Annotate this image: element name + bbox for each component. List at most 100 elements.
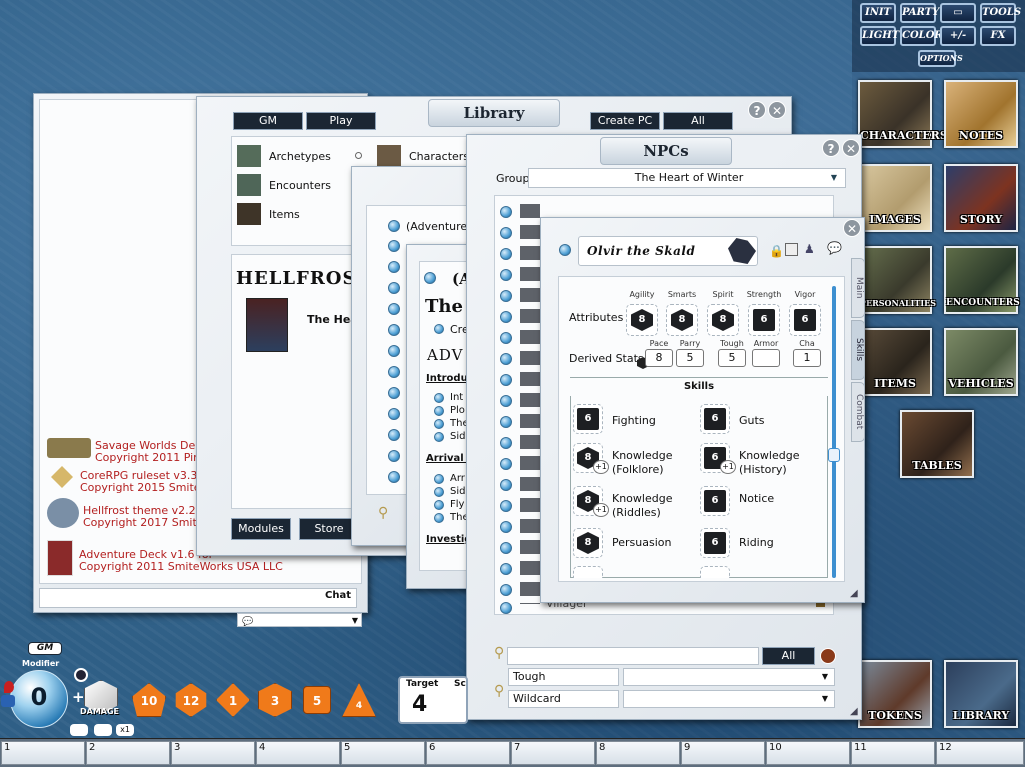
sidebar-items[interactable]: ITEMS bbox=[858, 328, 932, 396]
link-icon[interactable] bbox=[500, 416, 512, 428]
hotkey-slot-6[interactable]: 6 bbox=[426, 741, 510, 765]
link-chain-icon[interactable]: ⚲ bbox=[378, 505, 388, 521]
create-pc-button[interactable]: Create PC bbox=[590, 112, 660, 130]
filter-wildcard-value[interactable]: ▼ bbox=[623, 690, 835, 708]
party-button[interactable]: PARTY bbox=[900, 3, 939, 23]
fx-button[interactable]: FX bbox=[980, 26, 1016, 46]
skill-slot[interactable]: 8 bbox=[573, 528, 603, 558]
tough-value[interactable]: 5 bbox=[718, 349, 746, 367]
color-button[interactable]: COLOR bbox=[900, 26, 943, 46]
skill-guts[interactable]: 6 Guts bbox=[700, 404, 824, 436]
hotkey-slot-4[interactable]: 4 bbox=[256, 741, 340, 765]
dice-pool-slot[interactable] bbox=[94, 724, 112, 736]
category-characters[interactable]: Characters bbox=[409, 150, 469, 163]
skill-slot[interactable] bbox=[573, 566, 603, 578]
skill-riding[interactable]: 6 Riding bbox=[700, 528, 824, 560]
resize-handle-icon[interactable]: ◢ bbox=[850, 706, 858, 717]
link-icon[interactable] bbox=[500, 332, 512, 344]
armor-value[interactable] bbox=[752, 349, 780, 367]
plusminus-button[interactable]: +/- bbox=[940, 26, 976, 46]
d6-icon[interactable]: 3 bbox=[258, 683, 292, 717]
filter-tough[interactable]: Tough bbox=[508, 668, 619, 686]
skill-knowledge-folklore[interactable]: 8 +1 Knowledge (Folklore) bbox=[573, 443, 697, 479]
sidebar-tokens[interactable]: TOKENS bbox=[858, 660, 932, 728]
link-icon[interactable] bbox=[500, 311, 512, 323]
options-button[interactable]: OPTIONS bbox=[918, 50, 963, 67]
link-icon[interactable] bbox=[500, 584, 512, 596]
hotkey-slot-3[interactable]: 3 bbox=[171, 741, 255, 765]
person-icon[interactable]: ♟ bbox=[804, 242, 815, 256]
link-icon[interactable] bbox=[500, 521, 512, 533]
link-icon[interactable] bbox=[500, 290, 512, 302]
link-icon[interactable] bbox=[500, 542, 512, 554]
hotkey-slot-10[interactable]: 10 bbox=[766, 741, 850, 765]
link-icon[interactable] bbox=[500, 437, 512, 449]
store-button[interactable]: Store bbox=[299, 518, 359, 540]
lock-icon[interactable]: 🔒 bbox=[769, 244, 784, 258]
filter-wildcard[interactable]: Wildcard bbox=[508, 690, 619, 708]
close-icon[interactable]: ✕ bbox=[843, 219, 861, 237]
drop-icon[interactable] bbox=[4, 681, 14, 693]
d12-icon[interactable]: 12 bbox=[175, 683, 207, 717]
sidebar-story[interactable]: STORY bbox=[944, 164, 1018, 232]
tab-play[interactable]: Play bbox=[306, 112, 376, 130]
sidebar-encounters[interactable]: ENCOUNTERS bbox=[944, 246, 1020, 314]
filter-all-button[interactable]: All bbox=[762, 647, 815, 665]
parry-value[interactable]: 5 bbox=[676, 349, 704, 367]
skill-knowledge-riddles[interactable]: 8 +1 Knowledge (Riddles) bbox=[573, 486, 697, 522]
d8-icon[interactable]: 1 bbox=[216, 683, 250, 717]
chat-label[interactable]: Chat bbox=[325, 590, 351, 601]
tab-skills[interactable]: Skills bbox=[851, 320, 865, 380]
hotkey-slot-11[interactable]: 11 bbox=[851, 741, 935, 765]
skill-slot[interactable]: 6 bbox=[700, 404, 730, 434]
skill-knowledge-history[interactable]: 6 +1 Knowledge (History) bbox=[700, 443, 824, 479]
skill-slot[interactable]: 6 bbox=[700, 486, 730, 516]
sidebar-notes[interactable]: NOTES bbox=[944, 80, 1018, 148]
chat-input[interactable] bbox=[39, 588, 357, 608]
group-select[interactable]: The Heart of Winter ▼ bbox=[528, 168, 846, 188]
category-encounters[interactable]: Encounters bbox=[269, 179, 331, 192]
sidebar-vehicles[interactable]: VEHICLES bbox=[944, 328, 1018, 396]
link-icon[interactable] bbox=[500, 248, 512, 260]
help-icon[interactable]: ? bbox=[822, 139, 840, 157]
speech-icon[interactable]: 💬 bbox=[827, 241, 842, 255]
tools-button[interactable]: TOOLS bbox=[980, 3, 1021, 23]
modifier-orb[interactable]: 0 bbox=[10, 670, 68, 728]
link-icon[interactable] bbox=[500, 602, 512, 614]
skill-slot[interactable] bbox=[700, 566, 730, 578]
book-cover-icon[interactable] bbox=[246, 298, 288, 352]
tab-combat[interactable]: Combat bbox=[851, 382, 865, 442]
sidebar-images[interactable]: IMAGES bbox=[858, 164, 932, 232]
link-icon[interactable] bbox=[500, 353, 512, 365]
sidebar-characters[interactable]: CHARACTERS bbox=[858, 80, 948, 148]
tab-main[interactable]: Main bbox=[851, 258, 865, 318]
target-value[interactable]: 4 bbox=[412, 692, 427, 717]
sidebar-library[interactable]: LIBRARY bbox=[944, 660, 1018, 728]
link-icon[interactable] bbox=[500, 227, 512, 239]
link-icon[interactable] bbox=[500, 458, 512, 470]
link-icon[interactable] bbox=[500, 563, 512, 575]
category-archetypes[interactable]: Archetypes bbox=[269, 150, 331, 163]
tab-gm[interactable]: GM bbox=[233, 112, 303, 130]
close-icon[interactable]: ✕ bbox=[842, 139, 860, 157]
sheet-scrollbar[interactable] bbox=[832, 286, 836, 578]
skill-persuasion[interactable]: 8 Persuasion bbox=[573, 528, 697, 560]
blue-token-icon[interactable] bbox=[1, 695, 15, 707]
sidebar-tables[interactable]: TABLES bbox=[900, 410, 974, 478]
attribute-slot[interactable]: 8 bbox=[707, 304, 739, 336]
multiplier-label[interactable]: x1 bbox=[116, 724, 134, 736]
skill-slot[interactable]: 6 bbox=[700, 528, 730, 558]
dice-pool-slot[interactable] bbox=[70, 724, 88, 736]
skill-fighting[interactable]: 6 Fighting bbox=[573, 404, 697, 436]
attribute-slot[interactable]: 6 bbox=[748, 304, 780, 336]
link-icon[interactable] bbox=[500, 269, 512, 281]
attribute-slot[interactable]: 8 bbox=[626, 304, 658, 336]
modules-button[interactable]: Modules bbox=[231, 518, 291, 540]
category-items[interactable]: Items bbox=[269, 208, 300, 221]
skill-notice[interactable]: 6 Notice bbox=[700, 486, 824, 518]
sidebar-personalities[interactable]: PERSONALITIES bbox=[858, 246, 936, 314]
init-button[interactable]: INIT bbox=[860, 3, 896, 23]
d4-icon[interactable]: 4 bbox=[342, 683, 376, 717]
resize-handle-icon[interactable]: ◢ bbox=[850, 588, 858, 599]
edit-icon[interactable] bbox=[820, 648, 836, 664]
